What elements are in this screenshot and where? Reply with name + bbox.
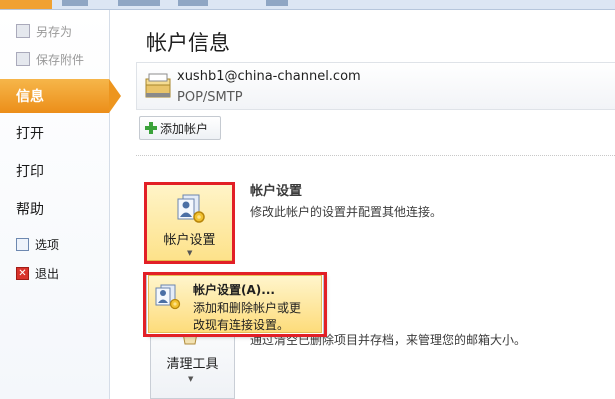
annotation-highlight-box xyxy=(144,182,235,264)
ribbon-tab[interactable] xyxy=(62,0,88,6)
ribbon-tab[interactable] xyxy=(266,0,288,6)
mailbox-icon xyxy=(145,73,171,98)
nav-save-as[interactable]: 另存为 xyxy=(0,20,109,42)
nav-print-label: 打印 xyxy=(16,164,44,180)
account-type: POP/SMTP xyxy=(177,90,243,105)
account-email: xushb1@china-channel.com xyxy=(177,69,361,84)
file-tab[interactable] xyxy=(0,0,52,9)
backstage-nav: 另存为 保存附件 信息 打开 打印 帮助 选项 ✕ 退出 xyxy=(0,10,121,399)
nav-save-attachments-label: 保存附件 xyxy=(36,52,85,67)
cleanup-tools-label: 清理工具 xyxy=(166,357,219,372)
section-divider xyxy=(136,155,615,156)
nav-save-as-label: 另存为 xyxy=(36,24,73,39)
nav-help[interactable]: 帮助 xyxy=(0,192,109,226)
ribbon-tab-strip xyxy=(0,0,615,10)
nav-info-label: 信息 xyxy=(16,89,44,105)
nav-print[interactable]: 打印 xyxy=(0,154,109,188)
account-settings-heading: 帐户设置 xyxy=(250,184,303,199)
annotation-highlight-box xyxy=(143,272,327,337)
save-as-icon xyxy=(16,24,30,38)
nav-open-label: 打开 xyxy=(16,126,44,142)
ribbon-tab[interactable] xyxy=(118,0,160,6)
account-selector[interactable]: xushb1@china-channel.com POP/SMTP xyxy=(136,62,615,110)
account-settings-description: 修改此帐户的设置并配置其他连接。 xyxy=(250,205,443,219)
options-icon xyxy=(16,237,29,251)
nav-open[interactable]: 打开 xyxy=(0,116,109,150)
ribbon-tab[interactable] xyxy=(178,0,208,6)
nav-exit[interactable]: ✕ 退出 xyxy=(0,261,109,285)
nav-help-label: 帮助 xyxy=(16,202,44,218)
nav-exit-label: 退出 xyxy=(35,266,60,281)
nav-info[interactable]: 信息 xyxy=(0,79,121,113)
add-account-button[interactable]: 添加帐户 xyxy=(139,116,221,140)
attachment-icon xyxy=(16,52,30,66)
nav-options-label: 选项 xyxy=(35,237,60,252)
chevron-down-icon: ▼ xyxy=(188,375,194,383)
add-account-label: 添加帐户 xyxy=(160,121,209,136)
page-title: 帐户信息 xyxy=(146,31,230,55)
nav-save-attachments[interactable]: 保存附件 xyxy=(0,48,109,70)
nav-options[interactable]: 选项 xyxy=(0,232,109,256)
exit-icon: ✕ xyxy=(16,266,29,280)
plus-icon xyxy=(145,122,157,134)
